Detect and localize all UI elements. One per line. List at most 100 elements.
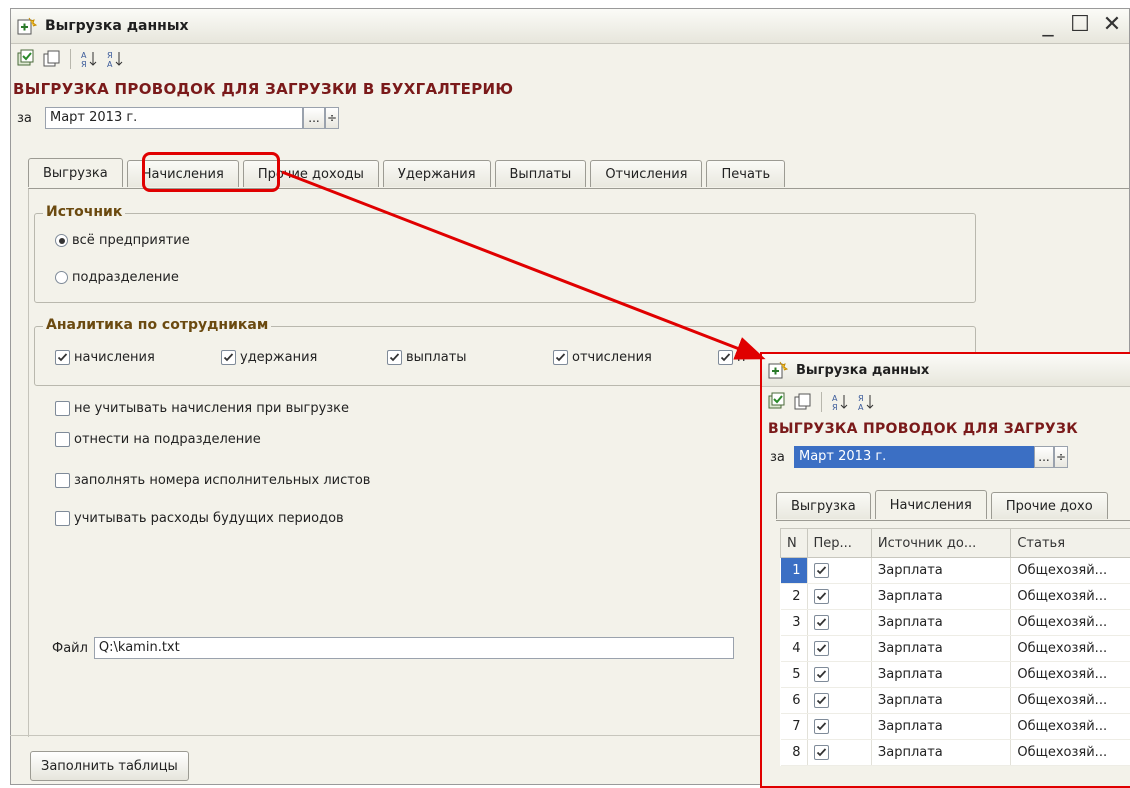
- tab-deductions[interactable]: Удержания: [383, 160, 491, 187]
- svg-text:Я: Я: [81, 60, 87, 69]
- maximize-button[interactable]: ☐: [1067, 11, 1093, 39]
- table-row[interactable]: 2ЗарплатаОбщехозяй...: [781, 584, 1130, 610]
- footer-divider: [10, 735, 760, 736]
- toolbar: AЯ ЯA: [11, 44, 1129, 74]
- column-header-n[interactable]: N: [781, 529, 808, 558]
- fill-tables-button[interactable]: Заполнить таблицы: [30, 751, 189, 781]
- checkbox[interactable]: [55, 511, 70, 526]
- checkbox[interactable]: [553, 350, 568, 365]
- inset-period-select-button[interactable]: ...: [1034, 446, 1054, 468]
- period-input[interactable]: Март 2013 г.: [45, 107, 303, 129]
- inset-tab-accruals[interactable]: Начисления: [875, 490, 987, 519]
- check-analytics-contributions[interactable]: отчисления: [553, 350, 652, 365]
- sort-descending-icon[interactable]: ЯA: [855, 391, 877, 413]
- checkmark-icon: [816, 565, 827, 576]
- column-header-transfer[interactable]: Пер...: [807, 529, 871, 558]
- inset-period-row: за Март 2013 г. ... ÷: [770, 445, 1130, 469]
- row-number: 6: [781, 688, 808, 714]
- radio-button[interactable]: [55, 271, 68, 284]
- check-analytics-payments[interactable]: выплаты: [387, 350, 467, 365]
- file-label: Файл: [52, 641, 88, 656]
- checkbox-label: не учитывать начисления при выгрузке: [74, 401, 349, 416]
- radio-whole-enterprise[interactable]: всё предприятие: [55, 233, 190, 248]
- form-check-icon[interactable]: [766, 391, 788, 413]
- checkbox[interactable]: [55, 432, 70, 447]
- app-icon: [15, 15, 37, 37]
- checkbox-label: п: [737, 350, 746, 365]
- title-bar: Выгрузка данных _ ☐ ✕: [11, 9, 1129, 44]
- checkbox[interactable]: [814, 693, 829, 708]
- source-group-title: Источник: [43, 204, 125, 220]
- check-analytics-deductions[interactable]: удержания: [221, 350, 317, 365]
- checkbox[interactable]: [814, 745, 829, 760]
- check-assign-subdivision[interactable]: отнести на подразделение: [55, 432, 261, 447]
- table-row[interactable]: 5ЗарплатаОбщехозяй...: [781, 662, 1130, 688]
- column-header-article[interactable]: Статья: [1011, 529, 1130, 558]
- row-transfer-cell[interactable]: [807, 584, 871, 610]
- checkbox-label: учитывать расходы будущих периодов: [74, 511, 344, 526]
- sort-ascending-icon[interactable]: AЯ: [78, 48, 100, 70]
- checkbox[interactable]: [814, 563, 829, 578]
- svg-text:A: A: [858, 403, 864, 412]
- table-row[interactable]: 1ЗарплатаОбщехозяй...: [781, 558, 1130, 584]
- sort-ascending-icon[interactable]: AЯ: [829, 391, 851, 413]
- row-transfer-cell[interactable]: [807, 558, 871, 584]
- check-analytics-accruals[interactable]: начисления: [55, 350, 155, 365]
- table-row[interactable]: 3ЗарплатаОбщехозяй...: [781, 610, 1130, 636]
- checkmark-icon: [57, 352, 68, 363]
- row-transfer-cell[interactable]: [807, 662, 871, 688]
- row-transfer-cell[interactable]: [807, 688, 871, 714]
- toolbar-separator: [821, 392, 822, 412]
- svg-text:Я: Я: [832, 403, 838, 412]
- checkbox-label: отнести на подразделение: [74, 432, 261, 447]
- table-row[interactable]: 4ЗарплатаОбщехозяй...: [781, 636, 1130, 662]
- row-source: Зарплата: [871, 610, 1010, 636]
- table-row[interactable]: 8ЗарплатаОбщехозяй...: [781, 740, 1130, 766]
- checkbox[interactable]: [718, 350, 733, 365]
- checkbox[interactable]: [55, 473, 70, 488]
- table-row[interactable]: 6ЗарплатаОбщехозяй...: [781, 688, 1130, 714]
- checkbox[interactable]: [814, 615, 829, 630]
- checkbox[interactable]: [55, 350, 70, 365]
- check-fill-writ-numbers[interactable]: заполнять номера исполнительных листов: [55, 473, 370, 488]
- period-spin-button[interactable]: ÷: [325, 107, 339, 129]
- row-transfer-cell[interactable]: [807, 714, 871, 740]
- close-button[interactable]: ✕: [1099, 11, 1125, 39]
- radio-button[interactable]: [55, 234, 68, 247]
- period-select-button[interactable]: ...: [303, 107, 325, 129]
- check-ignore-accruals[interactable]: не учитывать начисления при выгрузке: [55, 401, 349, 416]
- checkbox[interactable]: [814, 589, 829, 604]
- inset-tab-export[interactable]: Выгрузка: [776, 492, 871, 519]
- row-transfer-cell[interactable]: [807, 740, 871, 766]
- column-header-source[interactable]: Источник до...: [871, 529, 1010, 558]
- tab-payments[interactable]: Выплаты: [495, 160, 587, 187]
- row-transfer-cell[interactable]: [807, 636, 871, 662]
- sort-descending-icon[interactable]: ЯA: [104, 48, 126, 70]
- tab-export[interactable]: Выгрузка: [28, 158, 123, 187]
- copy-icon[interactable]: [41, 48, 63, 70]
- tab-print[interactable]: Печать: [706, 160, 785, 187]
- svg-text:A: A: [832, 394, 838, 403]
- checkbox[interactable]: [387, 350, 402, 365]
- checkbox[interactable]: [814, 667, 829, 682]
- check-future-expenses[interactable]: учитывать расходы будущих периодов: [55, 511, 344, 526]
- checkbox[interactable]: [55, 401, 70, 416]
- tab-contributions[interactable]: Отчисления: [590, 160, 702, 187]
- row-article: Общехозяй...: [1011, 610, 1130, 636]
- table-row[interactable]: 7ЗарплатаОбщехозяй...: [781, 714, 1130, 740]
- inset-tab-other-income[interactable]: Прочие дохо: [991, 492, 1108, 519]
- file-input[interactable]: Q:\kamin.txt: [94, 637, 734, 659]
- form-check-icon[interactable]: [15, 48, 37, 70]
- checkbox[interactable]: [221, 350, 236, 365]
- checkbox[interactable]: [814, 641, 829, 656]
- minimize-button[interactable]: _: [1035, 11, 1061, 39]
- window-controls: _ ☐ ✕: [1035, 11, 1125, 39]
- copy-icon[interactable]: [792, 391, 814, 413]
- inset-period-input[interactable]: Март 2013 г.: [794, 446, 1034, 468]
- radio-subdivision[interactable]: подразделение: [55, 270, 179, 285]
- checkbox[interactable]: [814, 719, 829, 734]
- source-group: Источник: [34, 213, 976, 303]
- row-transfer-cell[interactable]: [807, 610, 871, 636]
- check-analytics-other[interactable]: п: [718, 350, 746, 365]
- inset-period-spin-button[interactable]: ÷: [1054, 446, 1068, 468]
